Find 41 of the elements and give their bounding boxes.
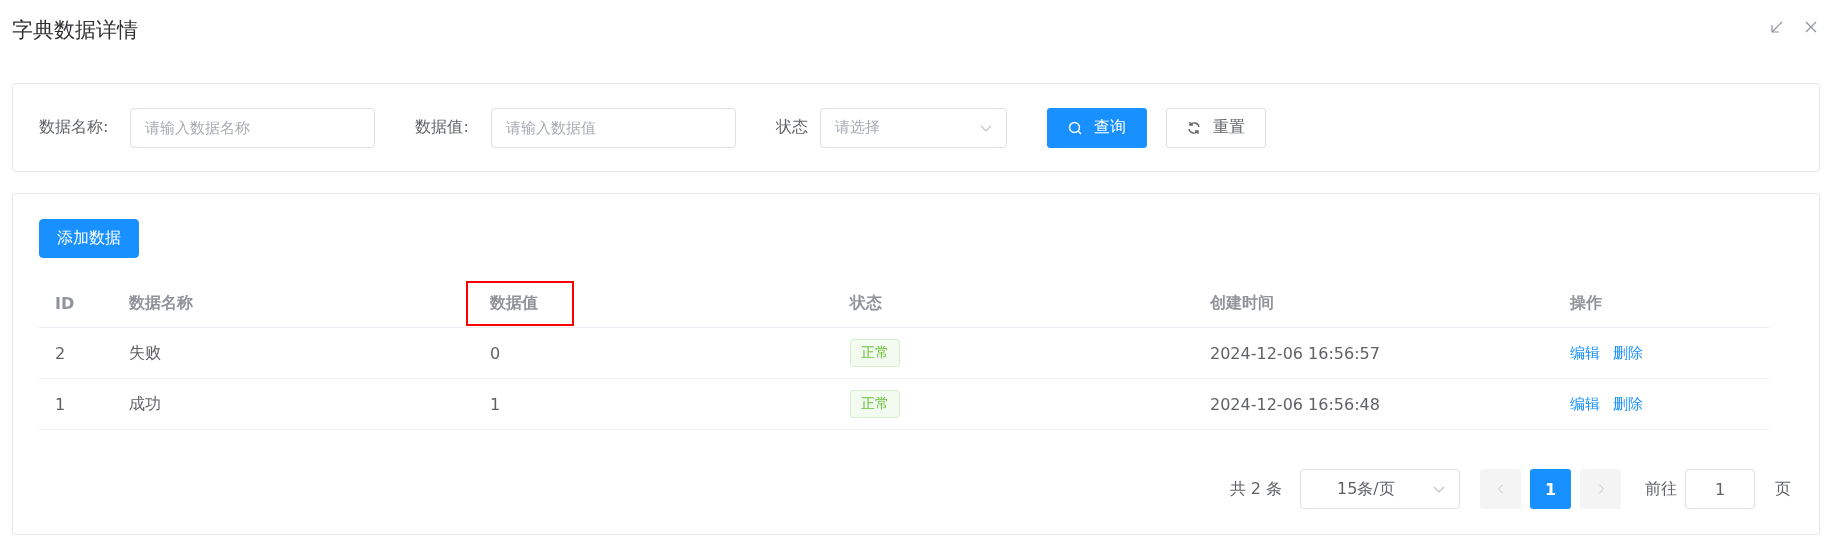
table-cell: 0 [490, 343, 501, 363]
column-header: 数据值 [468, 282, 572, 324]
dialog-title: 字典数据详情 [12, 17, 138, 44]
page-input[interactable]: 1 [1685, 469, 1755, 509]
total-count: 共 2 条 [1229, 478, 1282, 500]
filter-label: 状态 [775, 117, 808, 138]
minimize-icon[interactable] [1770, 20, 1784, 34]
column-header: 操作 [1570, 292, 1602, 314]
chevron-left-icon [1495, 484, 1506, 494]
status-tag: 正常 [850, 339, 900, 367]
reset-button[interactable]: 重置 [1165, 107, 1266, 148]
search-icon [1067, 120, 1082, 135]
page-suffix: 页 [1775, 478, 1791, 500]
input-field[interactable]: 请输入数据值 [490, 107, 736, 148]
action-link[interactable]: 删除 [1613, 394, 1643, 414]
table-cell: 2 [55, 343, 66, 363]
filter-label: 数据名称: [39, 117, 109, 138]
goto-label: 前往 [1645, 478, 1677, 500]
table-cell: 1 [55, 394, 66, 414]
select-field[interactable]: 请选择 [819, 107, 1007, 148]
page-button[interactable]: 1 [1530, 469, 1571, 509]
action-link[interactable]: 编辑 [1570, 343, 1600, 363]
page-size-select[interactable]: 15条/页 [1300, 469, 1460, 509]
action-link[interactable]: 删除 [1613, 343, 1643, 363]
table-cell: 失败 [129, 342, 161, 362]
status-tag: 正常 [850, 390, 900, 418]
column-header: ID [55, 293, 75, 313]
table-cell: 2024-12-06 16:56:48 [1210, 394, 1380, 414]
filter-label: 数据值: [415, 117, 469, 138]
close-icon[interactable] [1804, 20, 1818, 34]
refresh-icon [1186, 120, 1201, 135]
column-header: 状态 [850, 292, 882, 314]
action-link[interactable]: 编辑 [1570, 394, 1600, 414]
column-header: 数据名称 [129, 292, 193, 314]
table-cell: 2024-12-06 16:56:57 [1210, 343, 1380, 363]
column-header: 创建时间 [1210, 292, 1274, 314]
input-field[interactable]: 请输入数据名称 [130, 107, 376, 148]
add-button[interactable]: 添加数据 [39, 219, 139, 258]
table-cell: 1 [490, 394, 501, 414]
table-cell: 成功 [129, 393, 161, 413]
search-button[interactable]: 查询 [1046, 107, 1147, 148]
